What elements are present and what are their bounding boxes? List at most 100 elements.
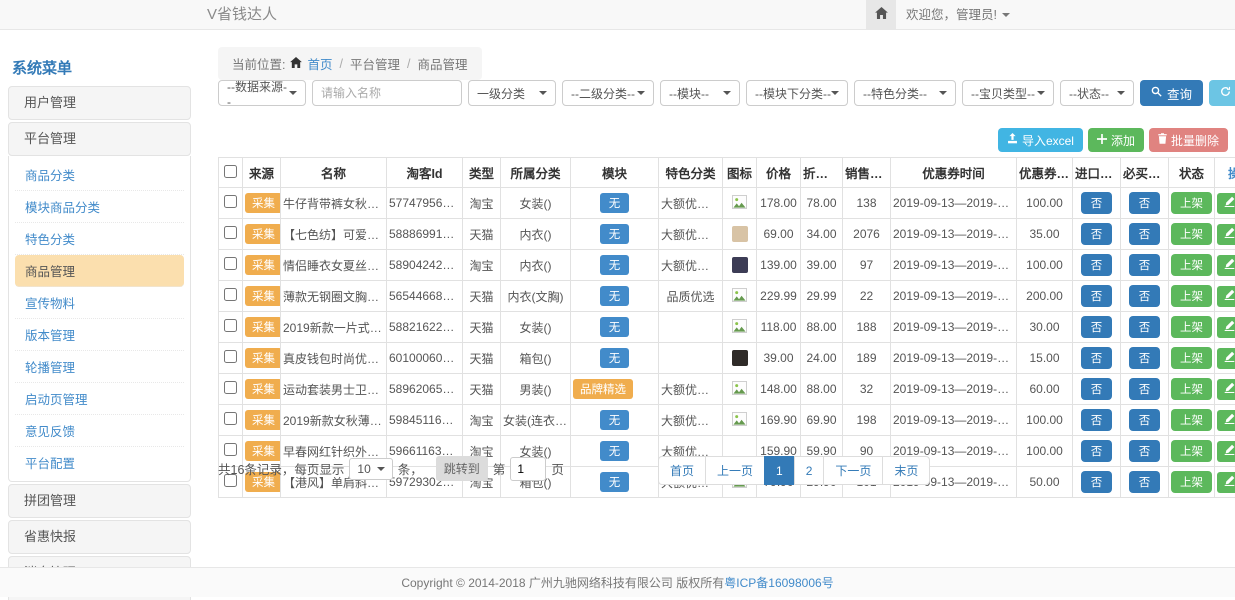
edit-button[interactable] [1217, 317, 1235, 338]
status-button[interactable]: 上架 [1171, 285, 1212, 307]
page-button-2[interactable]: 1 [764, 456, 795, 485]
filter-select-3[interactable]: --模块-- [660, 80, 740, 106]
sidebar-group-0[interactable]: 用户管理 [8, 86, 191, 120]
icp-link[interactable]: 粤ICP备16098006号 [724, 576, 833, 590]
row-checkbox[interactable] [224, 443, 237, 456]
jump-prefix: 第 [493, 459, 506, 478]
row-checkbox[interactable] [224, 257, 237, 270]
must-buy-toggle[interactable]: 否 [1129, 223, 1161, 245]
page-button-1[interactable]: 上一页 [705, 456, 765, 485]
column-header-7: 图标 [723, 158, 757, 188]
status-button[interactable]: 上架 [1171, 192, 1212, 214]
filter-select-7[interactable]: --状态-- [1060, 80, 1134, 106]
row-checkbox[interactable] [224, 288, 237, 301]
filter-select-5[interactable]: --特色分类-- [854, 80, 956, 106]
import-toggle[interactable]: 否 [1081, 285, 1113, 307]
edit-button[interactable] [1217, 224, 1235, 245]
import-toggle[interactable]: 否 [1081, 254, 1113, 276]
import-toggle[interactable]: 否 [1081, 347, 1113, 369]
column-header-5: 模块 [571, 158, 659, 188]
search-button[interactable]: 查询 [1140, 80, 1203, 106]
import-toggle[interactable]: 否 [1081, 378, 1113, 400]
jump-page-input[interactable] [510, 457, 546, 481]
sidebar-item-2[interactable]: 商品分类 [15, 159, 184, 191]
edit-button[interactable] [1217, 286, 1235, 307]
taoke-id: 588216228899 [387, 312, 463, 343]
page-button-4[interactable]: 下一页 [823, 456, 883, 485]
sidebar-group-12[interactable]: 拼团管理 [8, 484, 191, 518]
caret-down-icon [289, 91, 297, 95]
row-checkbox[interactable] [224, 195, 237, 208]
module-cell: 品牌精选爱上运动 [571, 374, 659, 405]
must-buy-toggle[interactable]: 否 [1129, 285, 1161, 307]
sales-count: 188 [843, 312, 891, 343]
reset-button[interactable]: 重置 [1209, 80, 1235, 106]
batch-delete-button[interactable]: 批量删除 [1149, 128, 1228, 152]
row-checkbox[interactable] [224, 226, 237, 239]
taoke-id: 589620659791 [387, 374, 463, 405]
module-badge: 无 [600, 255, 630, 275]
edit-button[interactable] [1217, 410, 1235, 431]
import-toggle[interactable]: 否 [1081, 316, 1113, 338]
add-button[interactable]: 添加 [1088, 128, 1144, 152]
must-buy-toggle[interactable]: 否 [1129, 192, 1161, 214]
import-excel-button[interactable]: 导入excel [998, 128, 1083, 152]
row-checkbox[interactable] [224, 381, 237, 394]
filter-select-0[interactable]: --数据来源-- [218, 80, 306, 106]
filter-select-1[interactable]: 一级分类 [468, 80, 556, 106]
edit-button[interactable] [1217, 255, 1235, 276]
edit-button[interactable] [1217, 379, 1235, 400]
name-search-input[interactable] [312, 80, 462, 106]
must-buy-toggle[interactable]: 否 [1129, 378, 1161, 400]
sidebar-group-13[interactable]: 省惠快报 [8, 520, 191, 554]
sidebar-item-4[interactable]: 特色分类 [15, 223, 184, 255]
price: 148.00 [757, 374, 801, 405]
page-button-0[interactable]: 首页 [658, 456, 706, 485]
breadcrumb-home-link[interactable]: 首页 [307, 54, 332, 73]
page-button-5[interactable]: 末页 [882, 456, 930, 485]
row-checkbox[interactable] [224, 412, 237, 425]
must-buy-toggle[interactable]: 否 [1129, 316, 1161, 338]
status-button[interactable]: 上架 [1171, 223, 1212, 245]
caret-down-icon [1117, 91, 1125, 95]
product-category: 女装() [501, 188, 571, 219]
row-checkbox[interactable] [224, 350, 237, 363]
discount-price: 69.90 [801, 405, 843, 436]
filter-select-6[interactable]: --宝贝类型-- [962, 80, 1054, 106]
import-toggle[interactable]: 否 [1081, 192, 1113, 214]
sidebar-item-7[interactable]: 版本管理 [15, 319, 184, 351]
icon-cell [723, 281, 757, 312]
status-button[interactable]: 上架 [1171, 316, 1212, 338]
sidebar-group-1[interactable]: 平台管理 [8, 122, 191, 156]
status-button[interactable]: 上架 [1171, 347, 1212, 369]
page-button-3[interactable]: 2 [794, 456, 825, 485]
must-buy-toggle[interactable]: 否 [1129, 254, 1161, 276]
filter-select-4[interactable]: --模块下分类-- [746, 80, 848, 106]
status-button[interactable]: 上架 [1171, 254, 1212, 276]
sidebar-item-11[interactable]: 平台配置 [15, 447, 184, 478]
import-toggle[interactable]: 否 [1081, 223, 1113, 245]
must-buy-cell: 否 [1121, 281, 1169, 312]
filter-select-2[interactable]: --二级分类-- [562, 80, 654, 106]
must-buy-toggle[interactable]: 否 [1129, 347, 1161, 369]
sidebar-item-6[interactable]: 宣传物料 [15, 287, 184, 319]
edit-button[interactable] [1217, 348, 1235, 369]
jump-button[interactable]: 跳转到 [436, 456, 488, 481]
row-checkbox[interactable] [224, 319, 237, 332]
status-button[interactable]: 上架 [1171, 378, 1212, 400]
sidebar-item-5[interactable]: 商品管理 [15, 255, 184, 287]
column-header-9: 折后价 [801, 158, 843, 188]
edit-button[interactable] [1217, 193, 1235, 214]
source-badge: 采集 [245, 224, 281, 244]
sidebar-item-8[interactable]: 轮播管理 [15, 351, 184, 383]
import-toggle[interactable]: 否 [1081, 409, 1113, 431]
sidebar-item-3[interactable]: 模块商品分类 [15, 191, 184, 223]
sidebar-item-10[interactable]: 意见反馈 [15, 415, 184, 447]
per-page-select[interactable]: 10 [349, 458, 392, 480]
sidebar-item-9[interactable]: 启动页管理 [15, 383, 184, 415]
select-all-checkbox[interactable] [224, 165, 237, 178]
discount-price: 39.00 [801, 250, 843, 281]
status-button[interactable]: 上架 [1171, 409, 1212, 431]
filter-row: --数据来源-- 一级分类--二级分类----模块----模块下分类----特色分… [218, 80, 1231, 106]
must-buy-toggle[interactable]: 否 [1129, 409, 1161, 431]
